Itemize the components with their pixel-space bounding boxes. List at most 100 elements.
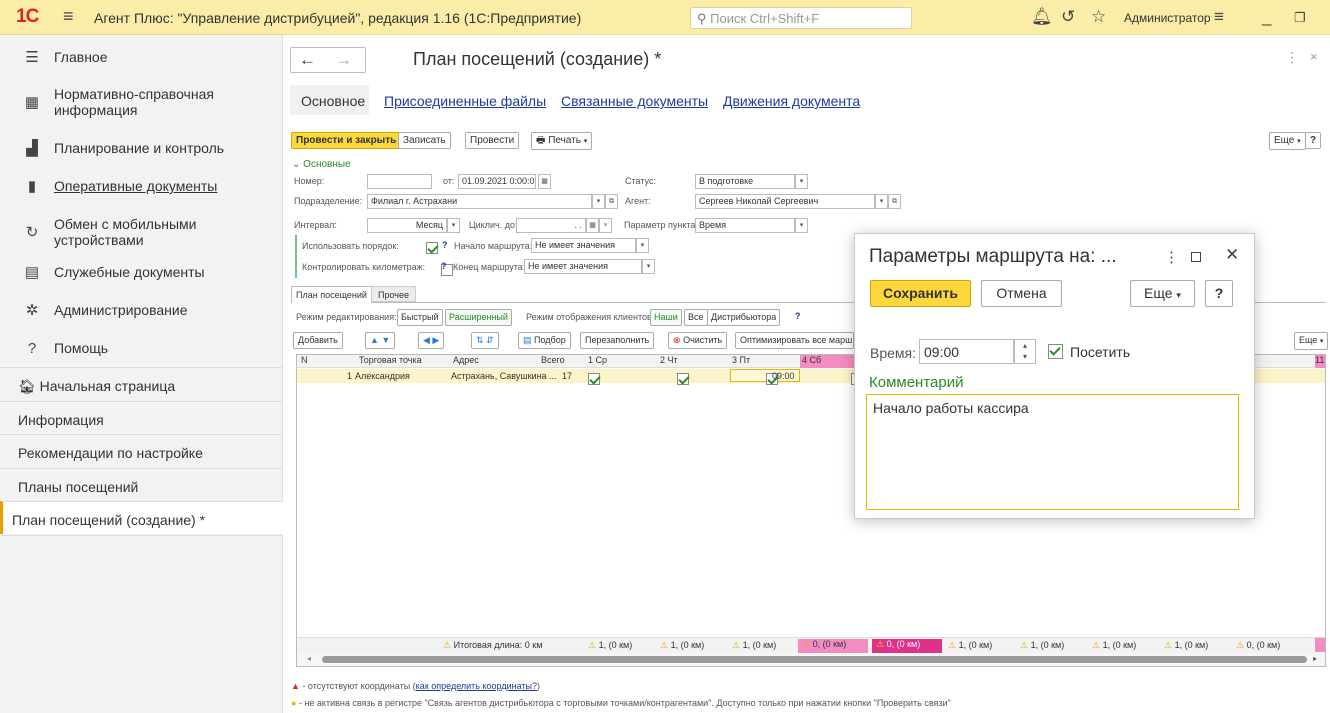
- comment-textarea[interactable]: Начало работы кассира: [866, 394, 1239, 510]
- dialog-help-button[interactable]: ?: [1205, 280, 1233, 307]
- calendar-icon[interactable]: ▦: [538, 174, 551, 189]
- cyclic-calendar-icon[interactable]: ▦: [586, 218, 599, 233]
- group-main-toggle[interactable]: ⌄ Основные: [292, 159, 351, 170]
- tab-related-docs[interactable]: Связанные документы: [561, 93, 708, 109]
- sort-icon[interactable]: ⇅ ⇵: [471, 332, 499, 349]
- point-param-input[interactable]: Время: [695, 218, 795, 233]
- use-order-help-icon[interactable]: ?: [442, 240, 448, 250]
- cyclic-input[interactable]: . .: [516, 218, 586, 233]
- edit-mode-fast-button[interactable]: Быстрый: [397, 309, 443, 326]
- agent-open-icon[interactable]: ⧉: [888, 194, 901, 209]
- subtab-other[interactable]: Прочее: [371, 286, 416, 302]
- favorites-star-icon[interactable]: ☆: [1091, 7, 1106, 27]
- tab-document-movements[interactable]: Движения документа: [723, 93, 860, 109]
- scrollbar-thumb[interactable]: [322, 656, 1307, 663]
- grid-more-button[interactable]: Еще ▾: [1294, 332, 1329, 350]
- dialog-more-button[interactable]: Еще ▾: [1130, 280, 1195, 307]
- restore-window-icon[interactable]: ❐: [1294, 10, 1306, 26]
- horizontal-scrollbar[interactable]: ◂ ▸: [297, 653, 1325, 666]
- refill-button[interactable]: Перезаполнить: [580, 332, 655, 349]
- help-button[interactable]: ?: [1305, 132, 1322, 149]
- client-mode-all-button[interactable]: Все: [684, 309, 708, 326]
- date-input[interactable]: 01.09.2021 0:00:00: [458, 174, 536, 189]
- cyclic-clear-icon[interactable]: ×: [599, 218, 612, 233]
- section-reference[interactable]: ▦ Нормативно-справочная информация: [0, 82, 283, 122]
- agent-input[interactable]: Сергеев Николай Сергеевич: [695, 194, 875, 209]
- tab-main[interactable]: Основное: [290, 85, 369, 115]
- division-open-icon[interactable]: ⧉: [605, 194, 618, 209]
- section-service-docs[interactable]: ▤ Служебные документы: [0, 253, 283, 291]
- visit-checkbox[interactable]: [1048, 344, 1063, 360]
- use-order-checkbox[interactable]: [426, 241, 438, 254]
- back-arrow-icon[interactable]: ←: [299, 50, 316, 70]
- client-mode-ours-button[interactable]: Наши: [650, 309, 682, 326]
- agent-dropdown-icon[interactable]: ▾: [875, 194, 888, 209]
- day-1-checkbox[interactable]: [588, 372, 600, 385]
- more-button[interactable]: Еще ▾: [1269, 132, 1306, 150]
- close-icon[interactable]: ✕: [1225, 245, 1239, 265]
- route-end-input[interactable]: Не имеет значения: [524, 259, 642, 274]
- minimize-icon[interactable]: _: [1262, 7, 1271, 27]
- status-input[interactable]: В подготовке: [695, 174, 795, 189]
- post-and-close-button[interactable]: Провести и закрыть: [291, 132, 402, 149]
- settings-menu-icon[interactable]: ≡: [1214, 7, 1224, 27]
- division-dropdown-icon[interactable]: ▾: [592, 194, 605, 209]
- col-day-2[interactable]: 2 Чт: [658, 355, 678, 368]
- add-row-button[interactable]: Добавить: [293, 332, 343, 349]
- route-start-input[interactable]: Не имеет значения: [531, 238, 636, 253]
- col-address[interactable]: Адрес: [451, 355, 479, 368]
- global-search-input[interactable]: ⚲ Поиск Ctrl+Shift+F: [690, 7, 912, 29]
- point-param-dropdown-icon[interactable]: ▾: [795, 218, 808, 233]
- section-main[interactable]: ☰ Главное: [0, 38, 283, 76]
- edit-mode-extended-button[interactable]: Расширенный: [445, 309, 512, 326]
- user-name[interactable]: Администратор: [1124, 11, 1211, 25]
- close-doc-icon[interactable]: ×: [1310, 49, 1318, 64]
- nav-home[interactable]: 🏠︎ Начальная страница: [0, 367, 283, 400]
- col-total[interactable]: Всего: [539, 355, 565, 368]
- save-button[interactable]: Записать: [398, 132, 451, 149]
- section-planning[interactable]: ▟ Планирование и контроль: [0, 129, 283, 167]
- clear-button[interactable]: ⊗ Очистить: [668, 332, 728, 349]
- nav-visit-plans[interactable]: Планы посещений: [0, 468, 283, 501]
- dialog-save-button[interactable]: Сохранить: [870, 280, 971, 307]
- interval-dropdown-icon[interactable]: ▾: [447, 218, 460, 233]
- col-day-4[interactable]: 4 Сб: [800, 355, 855, 368]
- nav-information[interactable]: Информация: [0, 401, 283, 434]
- history-icon[interactable]: ↺: [1061, 7, 1075, 27]
- day-2-checkbox[interactable]: [677, 372, 690, 385]
- more-actions-icon[interactable]: ⋮: [1285, 49, 1299, 66]
- move-left-right-icon[interactable]: ◀ ▶: [418, 332, 445, 349]
- dialog-cancel-button[interactable]: Отмена: [981, 280, 1062, 307]
- nav-setup-recommendations[interactable]: Рекомендации по настройке: [0, 434, 283, 467]
- interval-input[interactable]: Месяц: [367, 218, 447, 233]
- pick-button[interactable]: ▤ Подбор: [518, 332, 571, 349]
- division-input[interactable]: Филиал г. Астрахани: [367, 194, 592, 209]
- col-day-3[interactable]: 3 Пт: [730, 355, 750, 368]
- coordinates-help-link[interactable]: как определить координаты?: [416, 681, 537, 691]
- section-help[interactable]: ? Помощь: [0, 329, 283, 367]
- col-trade-point[interactable]: Торговая точка: [357, 355, 422, 368]
- route-end-dropdown-icon[interactable]: ▾: [642, 259, 655, 274]
- post-button[interactable]: Провести: [465, 132, 520, 149]
- col-day-1[interactable]: 1 Ср: [586, 355, 607, 368]
- move-up-down-icon[interactable]: ▲ ▼: [365, 332, 396, 349]
- optimize-routes-button[interactable]: Оптимизировать все марш: [735, 332, 854, 349]
- client-mode-help-icon[interactable]: ?: [795, 311, 801, 321]
- forward-arrow-icon[interactable]: →: [335, 50, 352, 70]
- control-km-help-icon[interactable]: ?: [441, 261, 447, 271]
- route-start-dropdown-icon[interactable]: ▾: [636, 238, 649, 253]
- section-operational-docs[interactable]: ▮ Оперативные документы: [0, 167, 283, 205]
- status-dropdown-icon[interactable]: ▾: [795, 174, 808, 189]
- section-administration[interactable]: ✲ Администрирование: [0, 291, 283, 329]
- client-mode-distributor-button[interactable]: Дистрибьютора: [707, 309, 781, 326]
- tab-attached-files[interactable]: Присоединенные файлы: [384, 93, 546, 109]
- notifications-icon[interactable]: 🔔︎: [1031, 7, 1053, 27]
- col-day-11[interactable]: 11 С: [1315, 355, 1325, 368]
- subtab-visit-plan[interactable]: План посещений: [291, 286, 372, 303]
- col-n[interactable]: N: [299, 355, 308, 368]
- number-input[interactable]: [367, 174, 432, 189]
- dialog-more-icon[interactable]: ⋮: [1164, 248, 1179, 266]
- time-stepper-icon[interactable]: ▴ ▾: [1014, 339, 1036, 364]
- scroll-left-icon[interactable]: ◂: [307, 654, 311, 663]
- nav-visit-plan-new[interactable]: План посещений (создание) *: [0, 501, 284, 534]
